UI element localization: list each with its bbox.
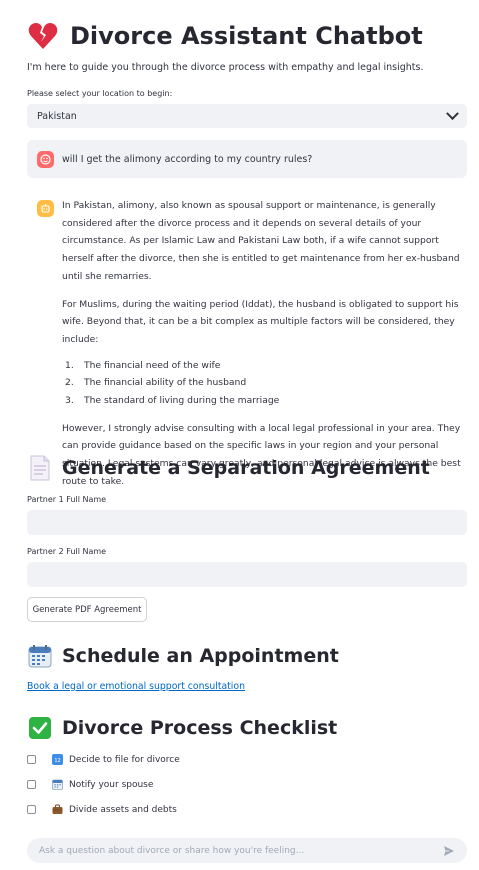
checklist-item[interactable]: Divide assets and debts [27,804,177,815]
briefcase-icon [52,804,63,814]
calendar-icon [28,645,52,668]
checkbox[interactable] [27,780,36,789]
partner1-label: Partner 1 Full Name [27,495,107,504]
checklist-heading: Divorce Process Checklist [28,713,337,743]
agreement-title: Generate a Separation Agreement [62,457,430,479]
location-select[interactable]: Pakistan [27,104,467,128]
partner1-name-input[interactable] [27,510,467,535]
chat-input-placeholder: Ask a question about divorce or share ho… [39,845,305,856]
appointment-title: Schedule an Appointment [62,645,339,667]
partner2-name-input[interactable] [27,562,467,587]
checklist-item[interactable]: 12 Decide to file for divorce [27,754,180,765]
book-consultation-link[interactable]: Book a legal or emotional support consul… [27,681,245,692]
checklist-item-label: Divide assets and debts [69,804,177,815]
broken-heart-icon [28,23,58,49]
numbers-icon: 12 [52,754,63,765]
assistant-paragraph-2: For Muslims, during the waiting period (… [62,298,459,345]
generate-pdf-button[interactable]: Generate PDF Agreement [27,597,147,622]
user-chat-message: will I get the alimony according to my c… [27,140,467,178]
checklist-title: Divorce Process Checklist [62,717,338,739]
checklist-item-label: Decide to file for divorce [69,754,180,765]
agreement-heading: Generate a Separation Agreement [28,453,430,483]
list-item: 1. The financial need of the wife [65,359,221,371]
location-selected-value: Pakistan [37,110,77,122]
calendar-icon [52,779,63,790]
partner2-label: Partner 2 Full Name [27,547,107,556]
assistant-factor-list: 1. The financial need of the wife 2. The f… [62,357,467,410]
assistant-chat-message: In Pakistan, alimony, also known as spou… [37,197,467,491]
assistant-paragraph-1: In Pakistan, alimony, also known as spou… [62,200,460,282]
check-mark-icon [29,717,51,739]
page-title: Divorce Assistant Chatbot [28,18,423,54]
list-item: 2. The financial ability of the husband [65,377,247,389]
assistant-avatar-icon [37,200,54,217]
checkbox[interactable] [27,755,36,764]
document-icon [30,455,50,481]
chevron-down-icon [446,106,459,120]
checkbox[interactable] [27,805,36,814]
user-message-text: will I get the alimony according to my c… [62,153,313,165]
svg-text:12: 12 [54,758,60,764]
intro-text: I'm here to guide you through the divorc… [27,62,424,73]
list-item: 3. The standard of living during the marr… [65,395,280,407]
send-icon[interactable] [443,845,455,857]
appointment-heading: Schedule an Appointment [28,641,339,671]
chat-input[interactable]: Ask a question about divorce or share ho… [27,838,467,863]
checklist-item[interactable]: Notify your spouse [27,779,153,790]
checklist-item-label: Notify your spouse [69,779,154,790]
user-avatar-icon [37,150,54,168]
location-label: Please select your location to begin: [27,89,173,98]
page-title-text: Divorce Assistant Chatbot [70,22,423,50]
